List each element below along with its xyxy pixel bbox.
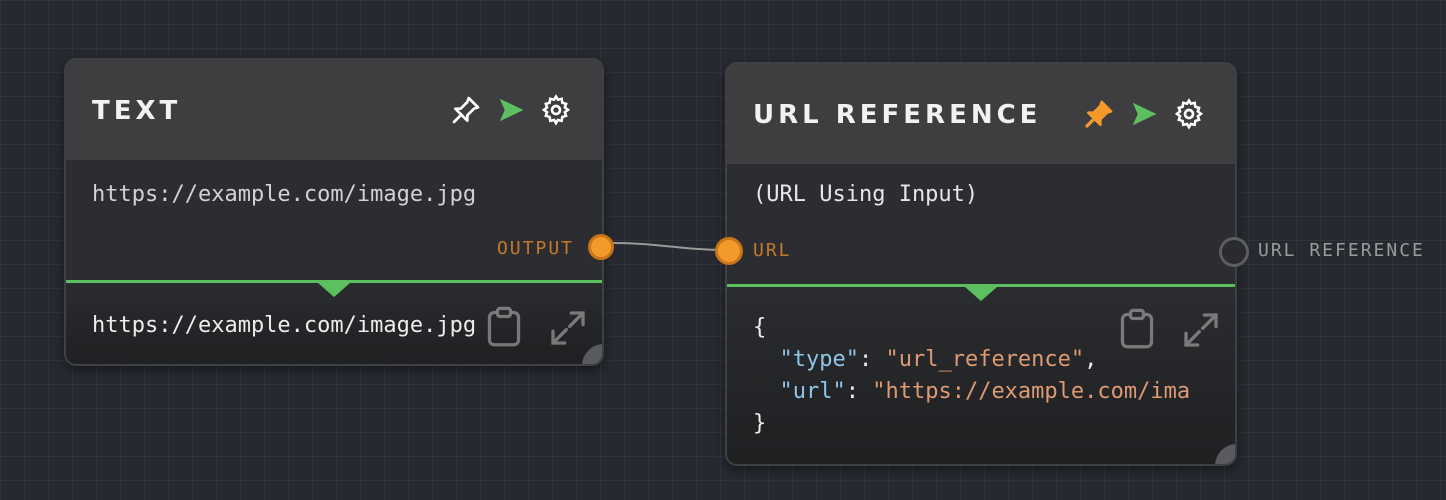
output-notch-icon <box>965 287 997 301</box>
url-reference-node[interactable]: URL REFERENCE (URL Using Input) URL { "t… <box>725 62 1237 466</box>
url-reference-output-port[interactable] <box>1219 237 1249 267</box>
url-reference-output-label: URL REFERENCE <box>1258 240 1425 261</box>
expand-icon[interactable] <box>548 308 588 352</box>
pin-icon[interactable] <box>450 94 482 126</box>
clipboard-icon[interactable] <box>1117 308 1157 354</box>
url-input-port-label: URL <box>753 240 792 261</box>
pin-active-icon[interactable] <box>1083 98 1115 130</box>
url-input-port[interactable] <box>715 237 743 265</box>
expand-icon[interactable] <box>1181 310 1221 354</box>
output-notch-icon <box>318 283 350 297</box>
json-key-type: "type" <box>779 347 859 372</box>
json-value-url: "https://example.com/ima <box>872 379 1191 404</box>
text-node-title: TEXT <box>92 96 182 126</box>
text-output-port[interactable] <box>588 234 614 260</box>
clipboard-icon[interactable] <box>484 306 524 352</box>
gear-icon[interactable] <box>1173 98 1205 130</box>
json-value-type: "url_reference" <box>885 347 1085 372</box>
json-brace-close: } <box>753 411 767 436</box>
gear-icon[interactable] <box>540 94 572 126</box>
run-icon[interactable] <box>496 95 526 125</box>
text-node-header[interactable]: TEXT <box>66 60 602 160</box>
text-node-input[interactable]: https://example.com/image.jpg <box>92 182 476 207</box>
text-node[interactable]: TEXT https://example.com/image.jpg OUTPU… <box>64 58 604 366</box>
text-node-output-preview: https://example.com/image.jpg <box>92 313 477 338</box>
output-port-label: OUTPUT <box>496 238 574 259</box>
url-node-title: URL REFERENCE <box>753 100 1042 130</box>
url-node-description: (URL Using Input) <box>753 182 979 207</box>
json-key-url: "url" <box>779 379 846 404</box>
url-node-header[interactable]: URL REFERENCE <box>727 64 1235 164</box>
run-icon[interactable] <box>1129 99 1159 129</box>
json-brace-open: { <box>753 315 767 340</box>
